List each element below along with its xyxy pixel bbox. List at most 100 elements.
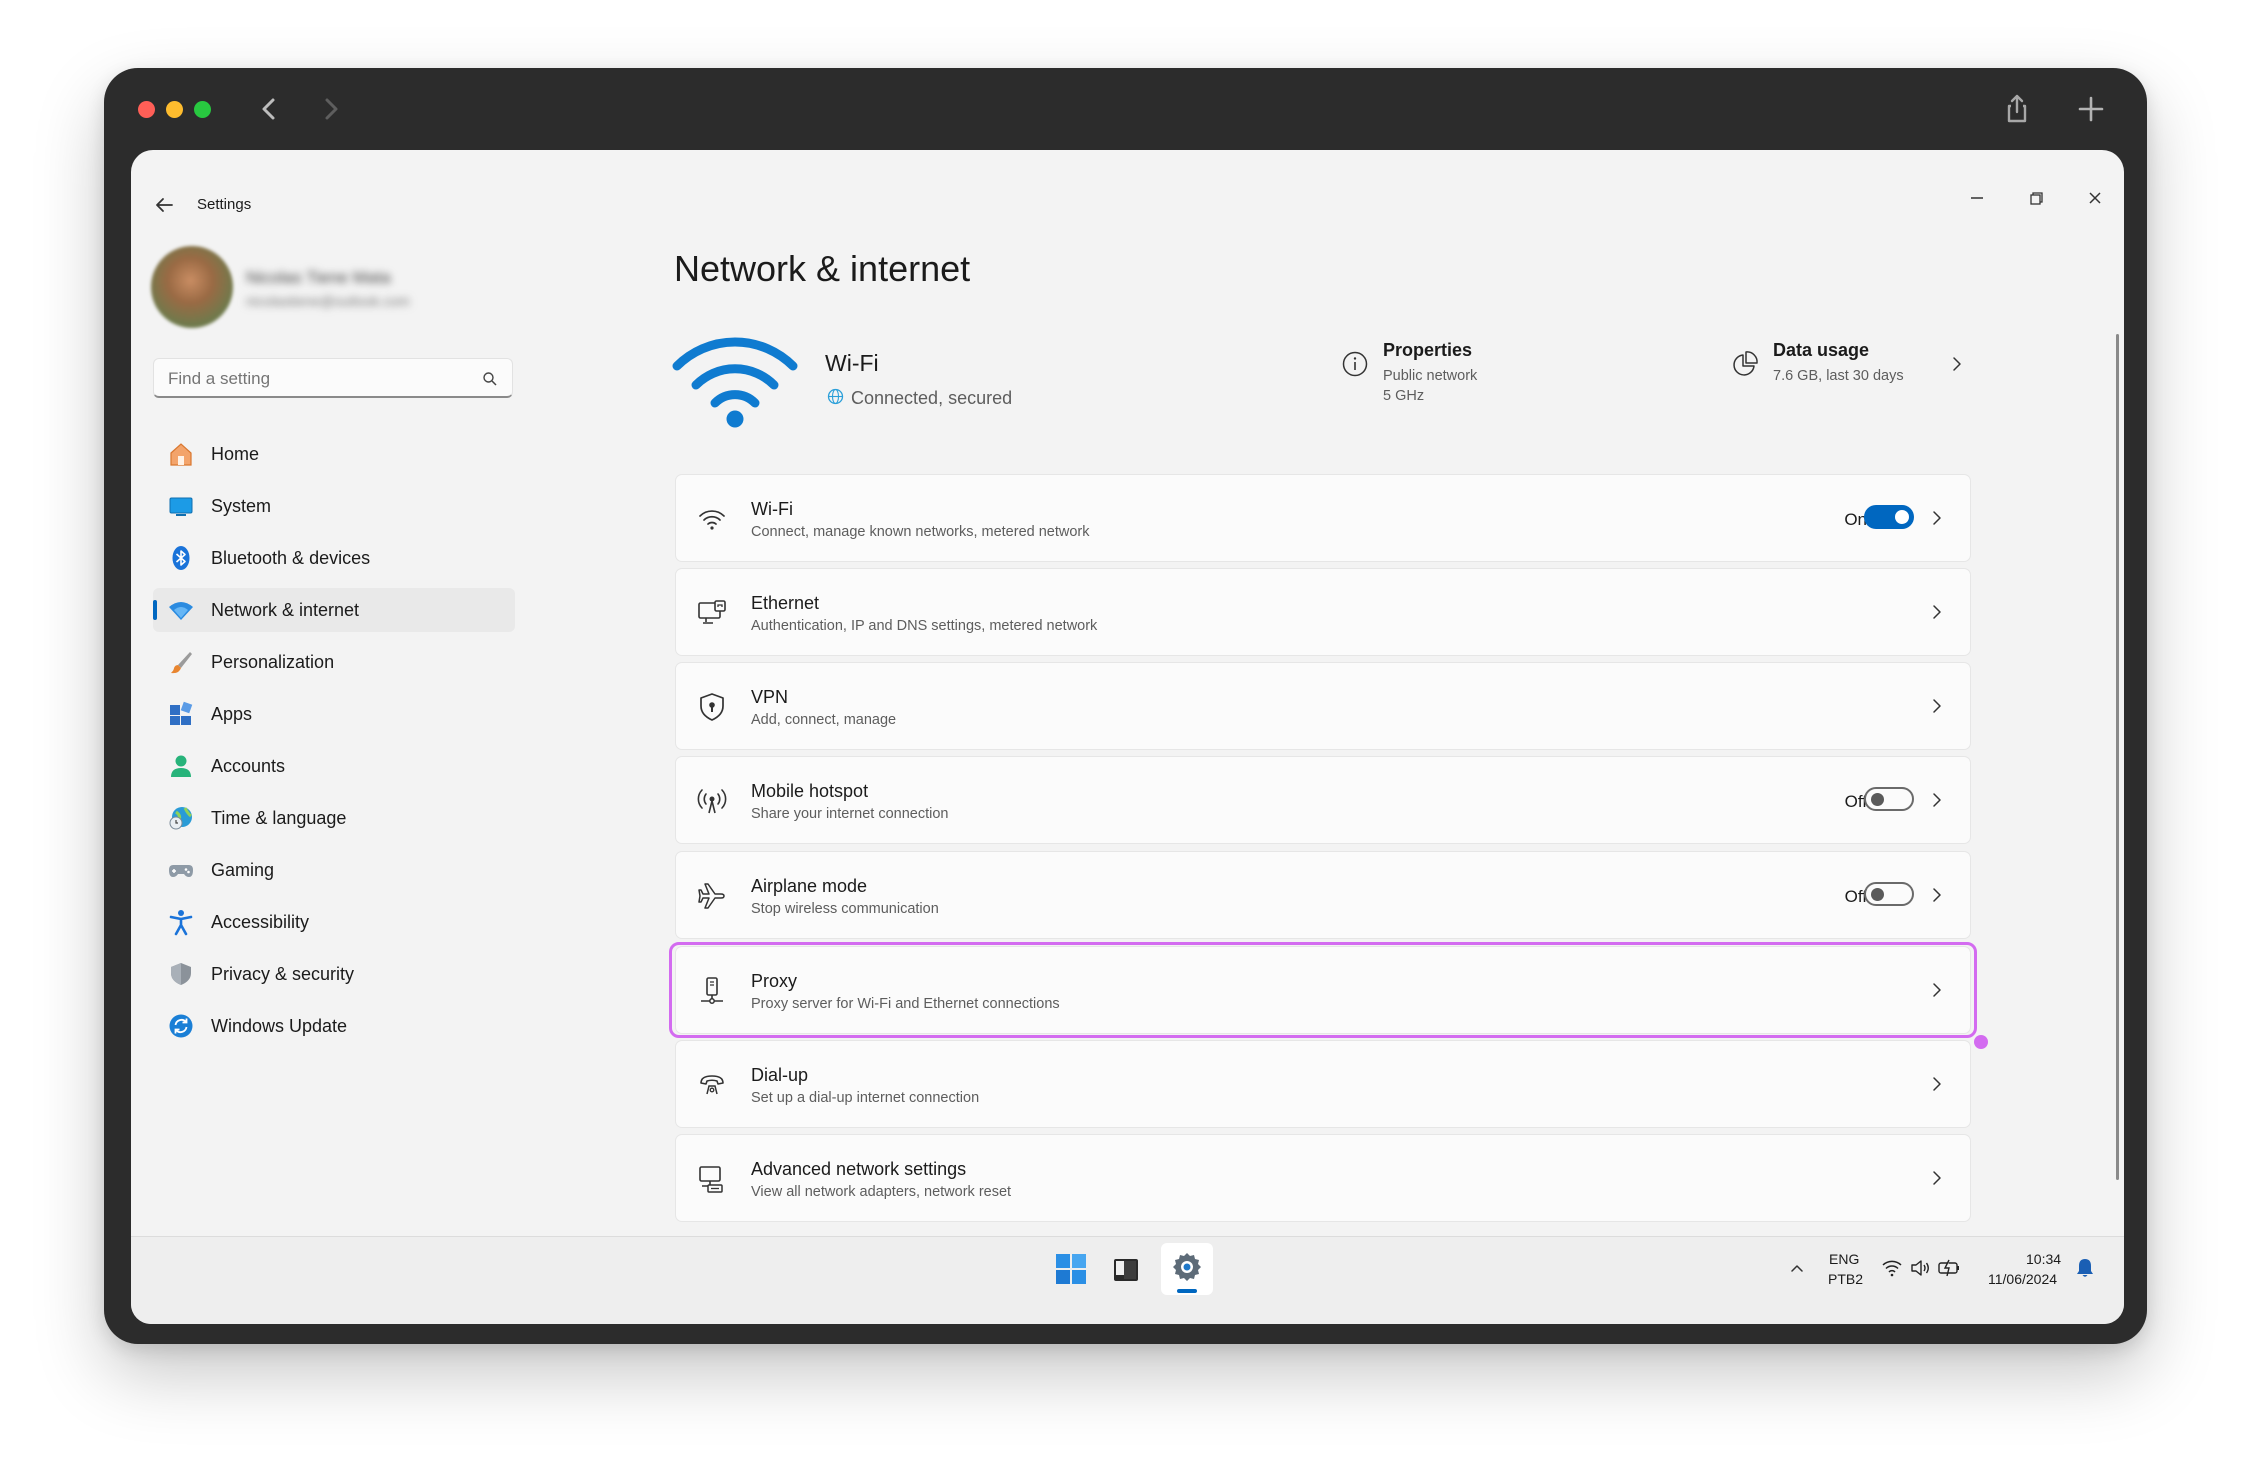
avatar[interactable] [151,246,233,328]
share-icon[interactable] [2000,92,2034,126]
brush-icon [171,652,192,674]
tray-volume-icon[interactable] [1909,1257,1931,1279]
minimize-window-dot[interactable] [166,101,183,118]
keyboard-layout[interactable]: PTB2 [1828,1271,1863,1287]
language-code[interactable]: ENG [1829,1251,1859,1267]
accounts-icon [171,755,191,777]
sidebar-item-accessibility[interactable]: Accessibility [153,900,515,944]
card-airplane-mode[interactable]: Airplane mode Stop wireless communicatio… [675,851,1971,939]
chevron-right-icon [1933,605,1941,619]
info-icon [1342,351,1368,377]
minimize-icon[interactable] [1963,184,1991,212]
apps-icon [170,701,193,725]
terminal-icon[interactable] [1111,1255,1141,1285]
chevron-right-icon [1933,511,1941,525]
sidebar-item-gaming[interactable]: Gaming [153,848,515,892]
card-subtitle: View all network adapters, network reset [751,1184,1012,1200]
new-tab-icon[interactable] [2074,92,2108,126]
system-icon [169,497,193,516]
accessibility-icon [169,910,193,936]
sidebar-item-time-language[interactable]: Time & language [153,796,515,840]
sidebar-item-apps[interactable]: Apps [153,692,515,736]
windows-start-icon[interactable] [1055,1253,1087,1285]
tray-battery-icon[interactable] [1937,1257,1961,1279]
card-subtitle: Set up a dial-up internet connection [751,1090,980,1106]
clock-time[interactable]: 10:34 [2026,1251,2061,1267]
sidebar-item-label: Windows Update [211,1016,348,1036]
sidebar-item-windows-update[interactable]: Windows Update [153,1004,515,1048]
card-title: Dial-up [751,1065,809,1085]
mobile-hotspot-toggle[interactable] [1864,787,1914,811]
chevron-right-icon [1933,793,1941,807]
sidebar-item-label: Personalization [211,652,335,672]
page-title: Network & internet [674,248,971,289]
sidebar-item-bluetooth[interactable]: Bluetooth & devices [153,536,515,580]
wifi-icon [699,510,725,530]
search-input[interactable] [166,367,470,391]
properties-title: Properties [1383,340,1473,360]
sidebar-item-label: System [211,496,272,516]
user-name: Nicolas Tiene Mata [246,268,391,287]
card-subtitle: Share your internet connection [751,806,949,822]
app-title: Settings [197,196,252,213]
vpn-shield-icon [700,693,724,721]
card-title: Advanced network settings [751,1159,967,1179]
search-box[interactable] [153,358,513,398]
properties-link[interactable]: Properties Public network 5 GHz [1341,340,1541,420]
card-subtitle: Authentication, IP and DNS settings, met… [751,618,1098,634]
user-email: nicolastiene@outlook.com [246,293,410,309]
card-wifi[interactable]: Wi-Fi Connect, manage known networks, me… [675,474,1971,562]
scrollbar[interactable] [2116,334,2119,1180]
card-dial-up[interactable]: Dial-up Set up a dial-up internet connec… [675,1040,1971,1128]
card-title: Mobile hotspot [751,781,869,801]
card-title: Wi-Fi [751,499,793,519]
network-name: Wi-Fi [825,350,879,376]
card-advanced-network[interactable]: Advanced network settings View all netwo… [675,1134,1971,1222]
home-icon [170,443,192,466]
sidebar-item-accounts[interactable]: Accounts [153,744,515,788]
active-indicator [153,600,157,620]
proxy-highlight [669,942,1977,1038]
sidebar-item-personalization[interactable]: Personalization [153,640,515,684]
close-window-dot[interactable] [138,101,155,118]
card-subtitle: Add, connect, manage [751,712,897,728]
active-app-indicator [1177,1289,1197,1293]
data-usage-icon [1733,351,1758,376]
sidebar-item-system[interactable]: System [153,484,515,528]
card-mobile-hotspot[interactable]: Mobile hotspot Share your internet conne… [675,756,1971,844]
card-title: Airplane mode [751,876,868,896]
bluetooth-icon [172,546,190,570]
sidebar-item-label: Time & language [211,808,347,828]
airplane-mode-toggle[interactable] [1864,882,1914,906]
notification-bell-icon[interactable] [2075,1257,2095,1279]
sidebar-item-label: Privacy & security [211,964,355,984]
browser-back-icon[interactable] [252,92,286,126]
sidebar-item-network[interactable]: Network & internet [153,588,515,632]
clock-date[interactable]: 11/06/2024 [1988,1271,2057,1287]
chevron-right-icon [1933,699,1941,713]
gamepad-icon [169,865,193,877]
globe-clock-icon [169,807,192,830]
tray-wifi-icon[interactable] [1881,1257,1903,1279]
network-icon [169,602,193,620]
browser-forward-icon[interactable] [314,92,348,126]
settings-gear-icon [1173,1253,1201,1281]
chevron-right-icon [1933,1171,1941,1185]
search-icon[interactable] [482,371,498,387]
card-subtitle: Connect, manage known networks, metered … [751,524,1090,540]
card-vpn[interactable]: VPN Add, connect, manage [675,662,1971,750]
sidebar-item-label: Gaming [211,860,275,880]
back-arrow-icon[interactable] [153,194,175,216]
sidebar-item-privacy[interactable]: Privacy & security [153,952,515,996]
zoom-window-dot[interactable] [194,101,211,118]
sidebar-item-home[interactable]: Home [153,432,515,476]
dialup-icon [700,1075,724,1095]
chevron-up-icon[interactable] [1788,1259,1806,1277]
connection-status: Connected, secured [851,388,1013,408]
restore-icon[interactable] [2022,184,2050,212]
card-ethernet[interactable]: Ethernet Authentication, IP and DNS sett… [675,568,1971,656]
data-usage-title: Data usage [1773,340,1870,360]
wifi-toggle[interactable] [1864,505,1914,529]
close-icon[interactable] [2081,184,2109,212]
data-usage-link[interactable]: Data usage 7.6 GB, last 30 days [1731,340,1971,400]
